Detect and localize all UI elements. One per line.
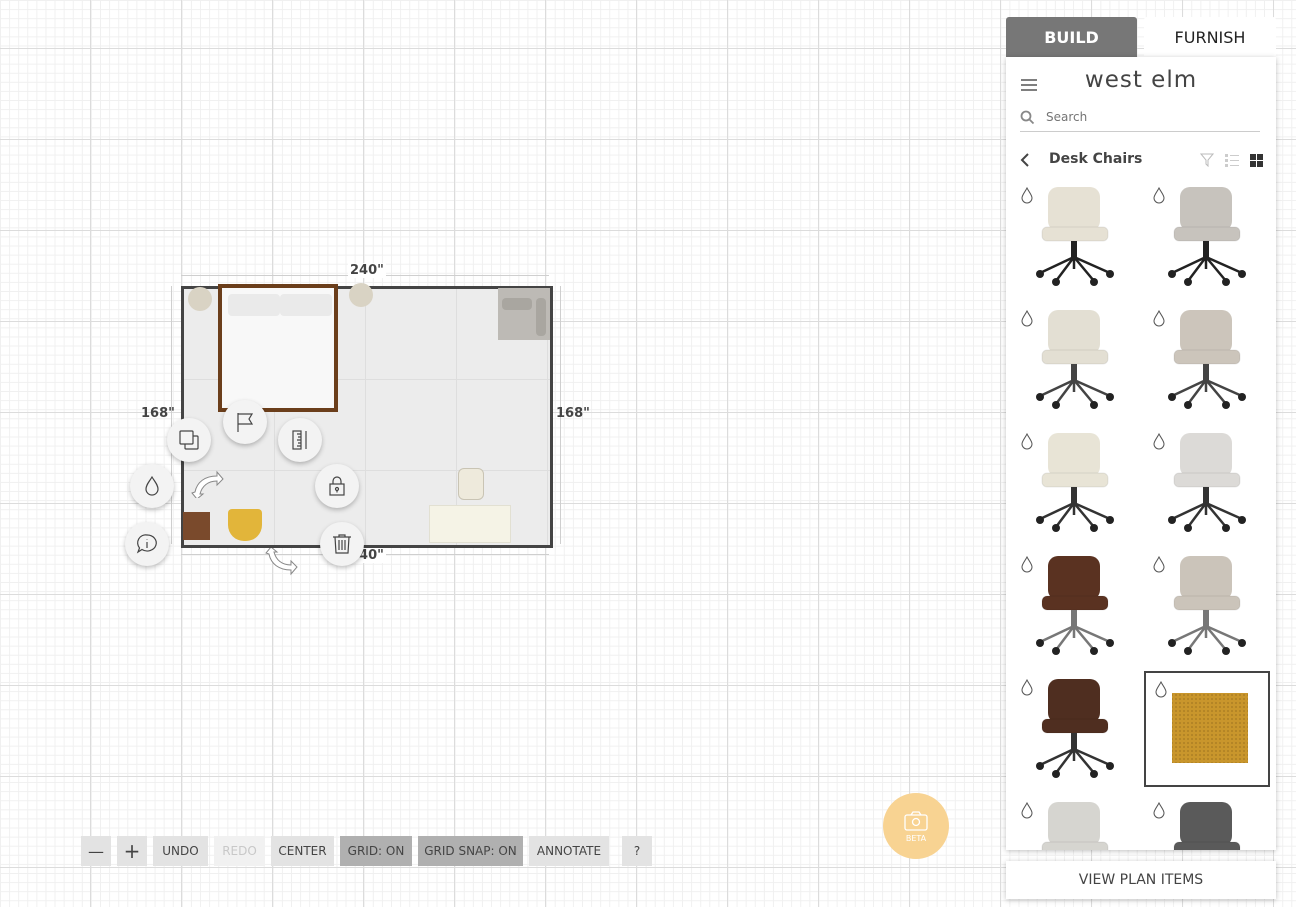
color-options-icon[interactable] — [1020, 310, 1034, 328]
rotate-icon — [265, 546, 298, 576]
color-button[interactable] — [130, 464, 174, 508]
snapshot-button[interactable]: BETA — [883, 793, 949, 859]
product-card[interactable] — [1144, 302, 1270, 418]
search-bar[interactable] — [1020, 107, 1260, 132]
undo-button[interactable]: UNDO — [153, 836, 208, 866]
drop-icon — [145, 475, 159, 496]
camera-icon — [904, 810, 928, 831]
product-card[interactable] — [1144, 425, 1270, 541]
flag-icon — [237, 413, 254, 432]
product-card[interactable] — [1012, 179, 1138, 295]
color-options-icon[interactable] — [1152, 433, 1166, 451]
product-card[interactable] — [1012, 794, 1138, 850]
view-plan-items-button[interactable]: VIEW PLAN ITEMS — [1006, 861, 1276, 899]
color-options-icon[interactable] — [1152, 556, 1166, 574]
product-card[interactable] — [1012, 425, 1138, 541]
bed[interactable] — [218, 284, 338, 412]
info-button[interactable] — [125, 522, 169, 566]
yellow-accent-chair[interactable] — [224, 505, 266, 542]
delete-button[interactable] — [320, 522, 364, 566]
back-button[interactable] — [1020, 152, 1030, 171]
color-options-icon[interactable] — [1020, 679, 1034, 697]
measure-button[interactable] — [278, 418, 322, 462]
flag-button[interactable] — [223, 400, 267, 444]
beta-badge: BETA — [905, 833, 927, 843]
furnish-panel: west elm Desk Chairs — [1006, 57, 1276, 850]
color-options-icon[interactable] — [1152, 187, 1166, 205]
side-table[interactable] — [183, 512, 210, 540]
center-button[interactable]: CENTER — [271, 836, 334, 866]
rotate-icon — [191, 470, 224, 500]
search-input[interactable] — [1044, 109, 1248, 125]
duplicate-icon — [179, 430, 199, 450]
room-height-label-left: 168" — [141, 406, 175, 421]
filter-button[interactable] — [1199, 152, 1215, 171]
lock-button[interactable] — [315, 464, 359, 508]
grid-snap-toggle-button[interactable]: GRID SNAP: ON — [418, 836, 523, 866]
product-card[interactable] — [1012, 548, 1138, 664]
info-icon — [136, 534, 157, 554]
zoom-in-button[interactable]: + — [117, 836, 147, 866]
list-icon — [1225, 154, 1239, 167]
redo-button[interactable]: REDO — [214, 836, 265, 866]
duplicate-button[interactable] — [167, 418, 211, 462]
ruler-icon — [292, 430, 307, 450]
nightstand-right[interactable] — [349, 283, 373, 307]
chevron-left-icon — [1020, 153, 1029, 167]
filter-icon — [1199, 153, 1215, 168]
color-options-icon[interactable] — [1020, 433, 1034, 451]
help-button[interactable]: ? — [622, 836, 652, 866]
color-options-icon[interactable] — [1020, 556, 1034, 574]
grid-view-button[interactable] — [1250, 152, 1263, 171]
room-width-label: 240" — [348, 263, 386, 278]
product-card[interactable] — [1012, 671, 1138, 787]
rotate-handle-bottom[interactable] — [265, 546, 299, 578]
tab-furnish[interactable]: FURNISH — [1144, 17, 1276, 57]
armchair[interactable] — [498, 288, 550, 340]
search-icon — [1020, 110, 1035, 125]
room-height-label-right: 168" — [556, 406, 590, 421]
rotate-handle[interactable] — [191, 468, 225, 500]
category-title: Desk Chairs — [1049, 151, 1143, 167]
product-card[interactable] — [1144, 548, 1270, 664]
product-card[interactable] — [1144, 671, 1270, 787]
zoom-out-button[interactable]: — — [81, 836, 111, 866]
color-options-icon[interactable] — [1154, 681, 1168, 699]
nightstand-left[interactable] — [188, 287, 212, 311]
product-card[interactable] — [1144, 794, 1270, 850]
color-options-icon[interactable] — [1152, 802, 1166, 820]
desk-chair[interactable] — [450, 468, 490, 502]
product-card[interactable] — [1144, 179, 1270, 295]
annotate-button[interactable]: ANNOTATE — [529, 836, 609, 866]
color-options-icon[interactable] — [1152, 310, 1166, 328]
color-options-icon[interactable] — [1020, 802, 1034, 820]
trash-icon — [333, 534, 351, 554]
color-options-icon[interactable] — [1020, 187, 1034, 205]
product-card[interactable] — [1012, 302, 1138, 418]
list-view-button[interactable] — [1225, 152, 1239, 171]
product-grid — [1006, 179, 1276, 850]
lock-icon — [329, 476, 345, 496]
grid-toggle-button[interactable]: GRID: ON — [340, 836, 412, 866]
grid-icon — [1250, 154, 1263, 167]
desk[interactable] — [429, 505, 511, 543]
tab-build[interactable]: BUILD — [1006, 17, 1137, 57]
brand-logo: west elm — [1084, 67, 1198, 93]
